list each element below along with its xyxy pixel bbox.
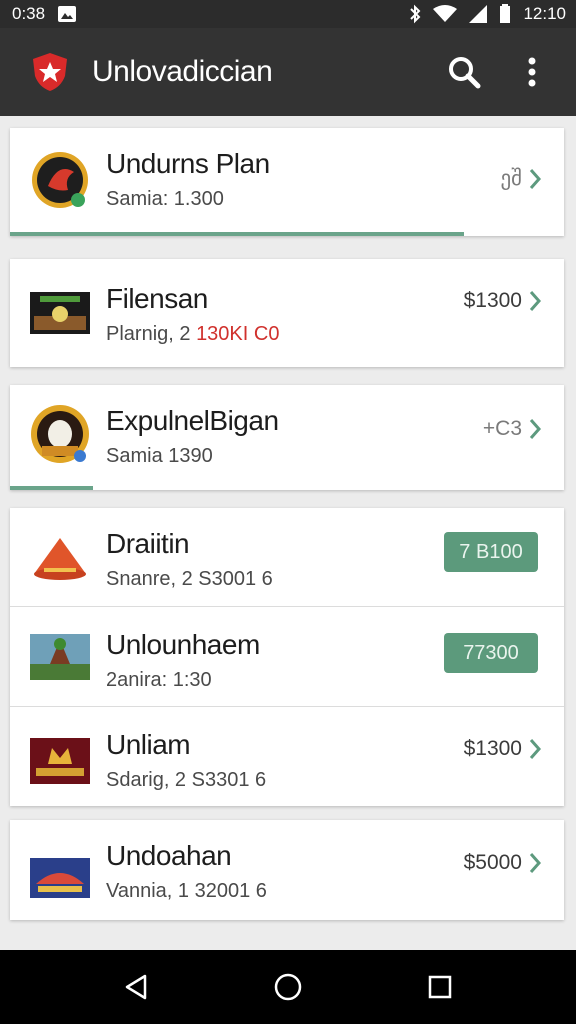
item-subtitle: Snanre, 2 S3001 6 <box>106 568 273 590</box>
item-game-thumbnail <box>30 528 90 588</box>
item-price: $1300 <box>463 289 522 312</box>
more-vert-icon <box>528 57 536 87</box>
item-subtitle-main: Plarnig, 2 <box>106 323 197 345</box>
item-title: Undoahan <box>106 840 232 871</box>
chevron-right-icon <box>528 167 542 191</box>
item-subtitle: 2anira: 1:30 <box>106 669 212 691</box>
item-title: ExpulnelBigan <box>106 405 279 436</box>
overflow-menu-button[interactable] <box>508 48 556 96</box>
chevron-right-icon <box>528 417 542 441</box>
item-progress-bar <box>10 232 465 236</box>
item-subtitle: Samia 1390 <box>106 445 213 467</box>
item-price: ეშ <box>500 167 522 190</box>
item-title: Undurns Plan <box>106 148 270 179</box>
chevron-right-icon <box>528 851 542 875</box>
back-button[interactable] <box>106 957 166 1017</box>
item-price-button[interactable]: 77300 <box>444 633 538 673</box>
item-badge-thumbnail <box>30 150 90 210</box>
list-item[interactable]: Filensan Plarnig, 2 130KI C0 $1300 <box>10 259 564 367</box>
list-item[interactable]: Unliam Sdarig, 2 S3301 6 $1300 <box>10 707 564 806</box>
item-game-thumbnail <box>30 848 90 908</box>
app-title: Unlovadiccian <box>92 55 273 88</box>
recents-button[interactable] <box>410 957 470 1017</box>
recents-icon <box>428 975 452 999</box>
item-game-thumbnail <box>30 627 90 687</box>
chevron-right-icon <box>528 737 542 761</box>
item-title: Unliam <box>106 729 191 760</box>
list-item[interactable]: Unlounhaem 2anira: 1:30 77300 <box>10 607 564 707</box>
list-item[interactable]: Undurns Plan Samia: 1.300 ეშ <box>10 128 564 236</box>
item-subtitle: Samia: 1.300 <box>106 188 224 210</box>
item-price: +C3 <box>482 417 522 440</box>
item-price-button[interactable]: 7 B100 <box>444 532 538 572</box>
list-item[interactable]: Undoahan Vannia, 1 32001 6 $5000 <box>10 820 564 920</box>
item-badge-thumbnail <box>30 405 90 465</box>
item-subtitle: Plarnig, 2 130KI C0 <box>106 323 279 346</box>
back-icon <box>125 974 147 1000</box>
status-time-left: 0:38 <box>12 4 46 23</box>
battery-icon <box>499 4 511 24</box>
item-title: Unlounhaem <box>106 629 260 660</box>
list-item[interactable]: ExpulnelBigan Samia 1390 +C3 <box>10 385 564 490</box>
image-notification-icon <box>57 5 77 23</box>
system-nav-bar <box>0 950 576 1024</box>
plan-list: Undurns Plan Samia: 1.300 ეშ Filensan Pl… <box>0 116 576 950</box>
chevron-right-icon <box>528 289 542 313</box>
item-progress-bar <box>10 486 94 490</box>
app-bar: Unlovadiccian <box>0 28 576 116</box>
item-game-thumbnail <box>30 283 90 343</box>
search-button[interactable] <box>440 48 488 96</box>
item-price: $1300 <box>463 737 522 760</box>
item-game-thumbnail <box>30 731 90 791</box>
status-time-right: 12:10 <box>523 4 566 23</box>
item-subtitle: Sdarig, 2 S3301 6 <box>106 769 267 791</box>
item-title: Draiitin <box>106 528 190 559</box>
home-icon <box>274 973 302 1001</box>
signal-icon <box>469 5 488 23</box>
search-icon <box>449 57 481 89</box>
home-button[interactable] <box>258 957 318 1017</box>
item-title: Filensan <box>106 283 208 314</box>
bluetooth-icon <box>409 4 421 24</box>
wifi-icon <box>433 5 458 23</box>
item-subtitle-highlight: 130KI C0 <box>196 323 280 345</box>
status-bar: 0:38 12:10 <box>0 0 576 28</box>
shield-star-icon <box>26 48 74 96</box>
list-item[interactable]: Draiitin Snanre, 2 S3001 6 7 B100 <box>10 508 564 606</box>
item-subtitle: Vannia, 1 32001 6 <box>106 880 267 902</box>
item-price: $5000 <box>463 851 522 874</box>
